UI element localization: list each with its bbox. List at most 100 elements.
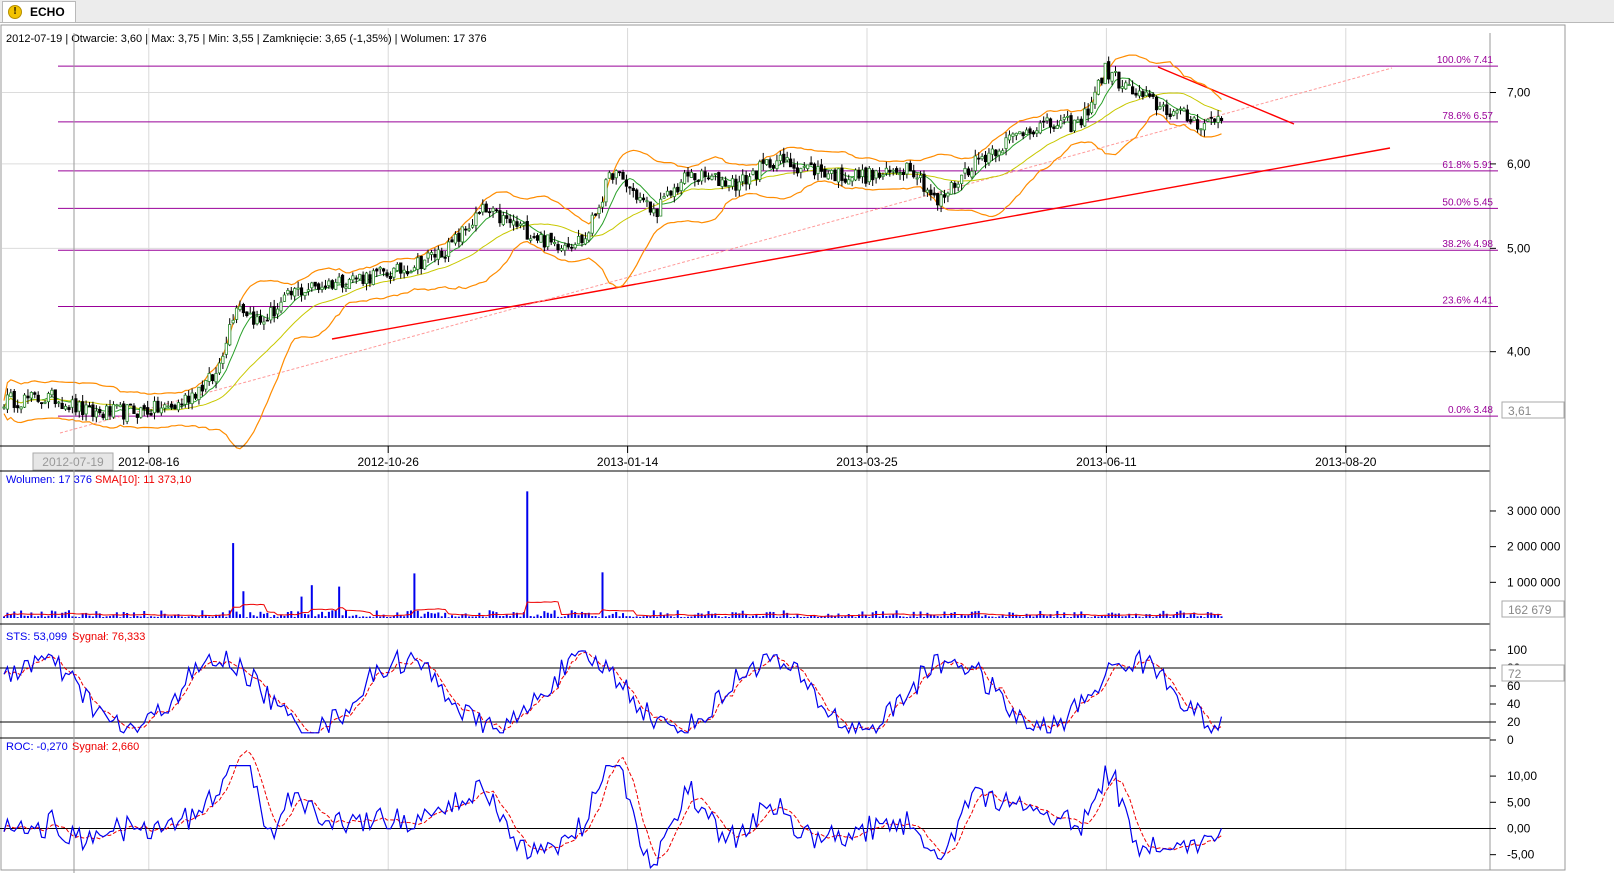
volume-bar: [341, 615, 344, 618]
date-tick-label: 2013-06-11: [1076, 455, 1137, 469]
volume-bar: [594, 616, 597, 618]
volume-bar: [197, 616, 200, 618]
candle-body: [659, 198, 663, 217]
volume-bar: [539, 616, 542, 618]
volume-bar: [365, 616, 368, 618]
volume-bar: [840, 616, 843, 618]
candle-body: [248, 312, 252, 315]
candle-body: [580, 234, 584, 244]
candle-body: [334, 281, 338, 290]
candle-body: [238, 305, 242, 310]
candle-body: [36, 394, 40, 402]
volume-bar: [91, 616, 94, 618]
candle-body: [286, 290, 290, 295]
candle-body: [405, 271, 410, 275]
candle-body: [576, 236, 581, 245]
volume-bar: [946, 616, 949, 618]
candle-body: [905, 162, 909, 175]
candle-body: [241, 304, 245, 314]
candle-body: [317, 283, 321, 290]
volume-bar: [591, 616, 594, 618]
volume-bar: [666, 613, 669, 618]
volume-bar: [129, 617, 132, 618]
date-tick-label: 2012-08-16: [118, 455, 180, 469]
price-info-line: 2012-07-19 | Otwarcie: 3,60 | Max: 3,75 …: [6, 33, 487, 45]
candle-body: [84, 404, 88, 415]
candle-body: [1124, 82, 1128, 90]
sts-legend: STS: 53,099: [6, 631, 67, 643]
volume-bar: [796, 614, 799, 618]
candle-body: [395, 263, 399, 271]
candle-body: [122, 403, 126, 420]
volume-bar: [389, 616, 392, 618]
candle-body: [388, 275, 393, 280]
volume-bar: [1186, 616, 1189, 618]
sts-main-line: [3, 648, 1223, 735]
candle-body: [57, 401, 61, 404]
price-tick-label: 7,00: [1507, 86, 1531, 100]
candle-body: [758, 161, 762, 180]
volume-bar: [615, 611, 618, 618]
candle-body: [693, 173, 697, 181]
candle-body: [211, 374, 215, 382]
candle-body: [614, 170, 618, 179]
candle-body: [265, 319, 269, 322]
volume-bar: [803, 616, 806, 618]
volume-bar: [509, 616, 512, 618]
candle-body: [618, 171, 622, 174]
candle-body: [279, 301, 283, 312]
candle-body: [327, 280, 331, 286]
candle-body: [1042, 120, 1046, 123]
candle-body: [864, 167, 868, 184]
candle-body: [1045, 117, 1049, 122]
volume-bar: [762, 615, 765, 618]
candle-body: [1031, 131, 1036, 135]
volume-bars: [3, 491, 1223, 618]
volume-bar: [964, 615, 967, 618]
volume-bar: [276, 616, 279, 618]
volume-bar: [334, 610, 337, 618]
candle-body: [347, 279, 352, 289]
stock-chart[interactable]: 2012-07-19 | Otwarcie: 3,60 | Max: 3,75 …: [0, 23, 1614, 873]
volume-bar: [259, 611, 262, 618]
volume-bar: [280, 615, 283, 618]
candle-body: [299, 287, 304, 296]
current-volume-label: 162 679: [1508, 603, 1552, 617]
volume-bar: [769, 611, 772, 618]
volume-bar: [1121, 616, 1124, 618]
candle-body: [1199, 128, 1203, 131]
candle-body: [1154, 96, 1159, 111]
volume-bar: [64, 611, 67, 618]
candle-body: [682, 172, 687, 184]
candle-body: [1192, 117, 1196, 122]
candle-body: [635, 189, 639, 200]
volume-bar: [310, 585, 313, 618]
volume-bar: [885, 616, 888, 618]
volume-bar: [758, 616, 761, 618]
candle-body: [484, 203, 488, 213]
volume-bar: [533, 616, 536, 618]
volume-bar: [598, 617, 601, 618]
candle-body: [730, 178, 735, 187]
sts-y-axis: 020406080100: [1490, 643, 1527, 747]
volume-bar: [748, 616, 751, 618]
tab-echo[interactable]: ! ECHO: [2, 1, 76, 22]
volume-bar: [314, 616, 317, 618]
candle-body: [474, 212, 478, 226]
volume-bar: [936, 616, 939, 618]
candle-body: [176, 402, 181, 411]
volume-bar: [618, 616, 621, 618]
candle-body: [676, 186, 680, 193]
candle-body: [1195, 119, 1200, 130]
volume-bar: [74, 616, 77, 618]
volume-bar: [656, 616, 659, 618]
volume-bar: [690, 616, 693, 618]
candle-body: [1052, 127, 1056, 129]
volume-bar: [1189, 614, 1192, 618]
candle-body: [505, 215, 509, 219]
candle-body: [830, 169, 834, 174]
volume-bar: [245, 617, 248, 618]
volume-bar: [779, 616, 782, 618]
volume-bar: [1104, 616, 1107, 618]
candle-body: [416, 257, 420, 270]
